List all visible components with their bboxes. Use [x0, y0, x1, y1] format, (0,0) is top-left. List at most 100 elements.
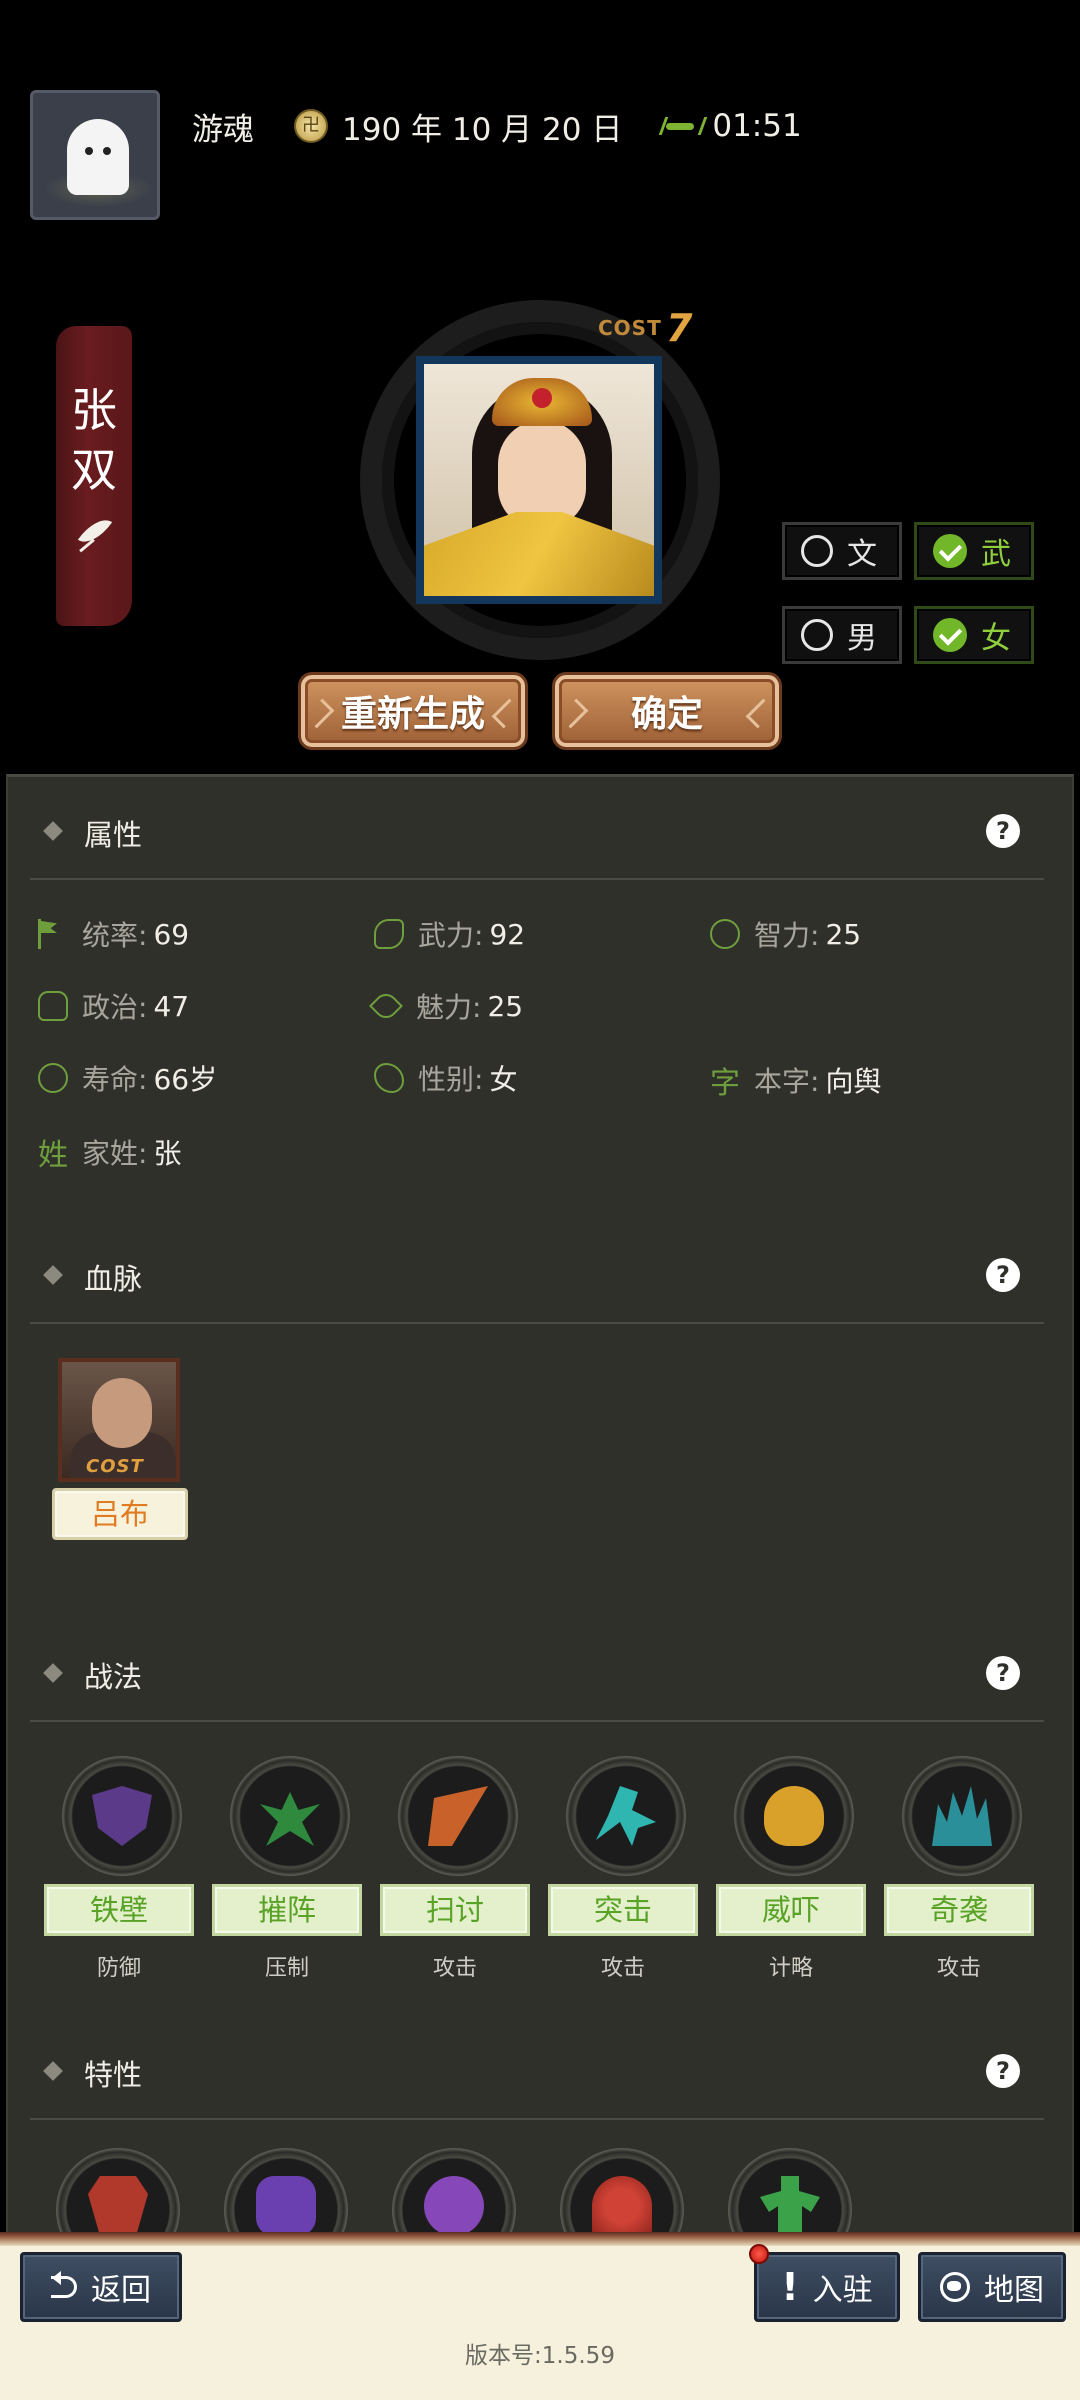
back-button[interactable]: 返回 [20, 2252, 182, 2322]
attr-label: 寿命: [82, 1063, 148, 1096]
attr-command: 统率: 69 [38, 914, 189, 954]
status-bar: 游魂 190 年 10 月 20 日 01:51 [192, 100, 802, 152]
feather-icon[interactable] [76, 514, 112, 552]
tactic-name[interactable]: 威吓 [716, 1884, 866, 1936]
tactic-name[interactable]: 突击 [548, 1884, 698, 1936]
diamond-icon [43, 2061, 63, 2081]
regenerate-button[interactable]: 重新生成 [298, 672, 528, 750]
attr-value: 25 [487, 989, 524, 1023]
tactic-category: 攻击 [432, 1956, 477, 1981]
toggle-label: 男 [847, 621, 877, 656]
tactic-name[interactable]: 摧阵 [212, 1884, 362, 1936]
station-button[interactable]: ! 入驻 [754, 2252, 900, 2322]
diamond-icon [43, 1663, 63, 1683]
tactic-category: 压制 [264, 1956, 309, 1981]
section-header-traits: 特性 ? [30, 2024, 1044, 2120]
help-icon[interactable]: ? [986, 814, 1020, 848]
eye-icon [369, 989, 403, 1023]
section-title: 属性 [84, 818, 143, 852]
attr-value: 69 [153, 917, 190, 951]
bag-icon [38, 991, 68, 1021]
tactic-name[interactable]: 扫讨 [380, 1884, 530, 1936]
attr-courtesy-name: 字 本字: 向舆 [710, 1058, 881, 1102]
attr-force: 武力: 92 [374, 914, 525, 954]
attr-label: 本字: [754, 1065, 820, 1098]
tactic-category: 攻击 [936, 1956, 981, 1981]
cost-label: COST [598, 316, 662, 340]
red-armor-icon [88, 2176, 148, 2236]
section-title: 特性 [84, 2058, 143, 2092]
ancestor-name[interactable]: 吕布 [52, 1488, 188, 1540]
life-icon [38, 1063, 68, 1093]
game-time: 01:51 [712, 108, 802, 144]
radio-unchecked-icon [801, 619, 833, 651]
bottom-rail [0, 2232, 1080, 2246]
ghost-icon [67, 119, 129, 195]
tactic-item[interactable]: 摧阵 压制 [212, 1756, 362, 1981]
tactic-name[interactable]: 铁壁 [44, 1884, 194, 1936]
purple-hammer-icon [256, 2176, 316, 2236]
globe-map-icon [940, 2272, 970, 2302]
tactic-name[interactable]: 奇袭 [884, 1884, 1034, 1936]
attr-family-name: 姓 家姓: 张 [38, 1130, 181, 1174]
radio-unchecked-icon [801, 535, 833, 567]
tactic-item[interactable]: 铁壁 防御 [44, 1756, 194, 1981]
attr-value: 张 [153, 1137, 182, 1170]
help-icon[interactable]: ? [986, 2054, 1020, 2088]
tactic-item[interactable]: 突击 攻击 [548, 1756, 698, 1981]
xing-glyph-icon: 姓 [38, 1138, 68, 1173]
bug-icon [662, 117, 698, 135]
toggle-wen[interactable]: 文 [782, 522, 902, 580]
intimidate-icon [764, 1786, 824, 1846]
check-icon [933, 534, 967, 568]
attr-value: 女 [489, 1063, 518, 1096]
attr-value: 66岁 [153, 1063, 218, 1096]
username: 游魂 [192, 111, 254, 148]
zi-glyph-icon: 字 [710, 1066, 740, 1101]
attr-label: 智力: [754, 919, 820, 952]
game-date: 190 年 10 月 20 日 [342, 111, 623, 148]
tactic-item[interactable]: 威吓 计略 [716, 1756, 866, 1981]
toggle-label: 文 [847, 537, 877, 572]
tactic-category: 计略 [768, 1956, 813, 1981]
attr-lifespan: 寿命: 66岁 [38, 1058, 217, 1098]
help-icon[interactable]: ? [986, 1258, 1020, 1292]
cost-value: 7 [666, 306, 693, 350]
tactic-item[interactable]: 扫讨 攻击 [380, 1756, 530, 1981]
attr-gender: 性别: 女 [374, 1058, 517, 1098]
attr-politics: 政治: 47 [38, 986, 189, 1026]
attr-intelligence: 智力: 25 [710, 914, 861, 954]
flag-icon [38, 919, 68, 949]
exclamation-icon: ! [781, 2265, 799, 2309]
arm-icon [374, 919, 404, 949]
section-header-lineage: 血脉 ? [30, 1228, 1044, 1324]
toggle-male[interactable]: 男 [782, 606, 902, 664]
player-avatar[interactable] [30, 90, 160, 220]
attr-label: 魅力: [416, 991, 482, 1024]
toggle-wu[interactable]: 武 [914, 522, 1034, 580]
section-header-attributes: 属性 ? [30, 784, 1044, 880]
hero-portrait[interactable] [416, 356, 662, 604]
confirm-button[interactable]: 确定 [552, 672, 782, 750]
ancestor-portrait[interactable]: COST 12 [58, 1358, 180, 1482]
attr-value: 25 [825, 917, 862, 951]
attr-value: 向舆 [825, 1065, 882, 1098]
diamond-icon [43, 1265, 63, 1285]
attr-label: 武力: [418, 919, 484, 952]
toggle-female[interactable]: 女 [914, 606, 1034, 664]
brain-icon [710, 919, 740, 949]
red-dots-icon [592, 2176, 652, 2236]
tactic-item[interactable]: 奇袭 攻击 [884, 1756, 1034, 1981]
hero-name-banner[interactable]: 张 双 [56, 326, 132, 626]
map-button[interactable]: 地图 [918, 2252, 1066, 2322]
coin-icon [294, 109, 328, 143]
hero-name-char: 双 [71, 443, 117, 497]
map-label: 地图 [984, 2273, 1044, 2308]
version-text: 版本号:1.5.59 [465, 2343, 615, 2369]
bear-icon [424, 2176, 484, 2236]
diamond-icon [43, 821, 63, 841]
attr-label: 性别: [418, 1063, 484, 1096]
help-icon[interactable]: ? [986, 1656, 1020, 1690]
gender-icon [374, 1063, 404, 1093]
attr-label: 统率: [82, 919, 148, 952]
